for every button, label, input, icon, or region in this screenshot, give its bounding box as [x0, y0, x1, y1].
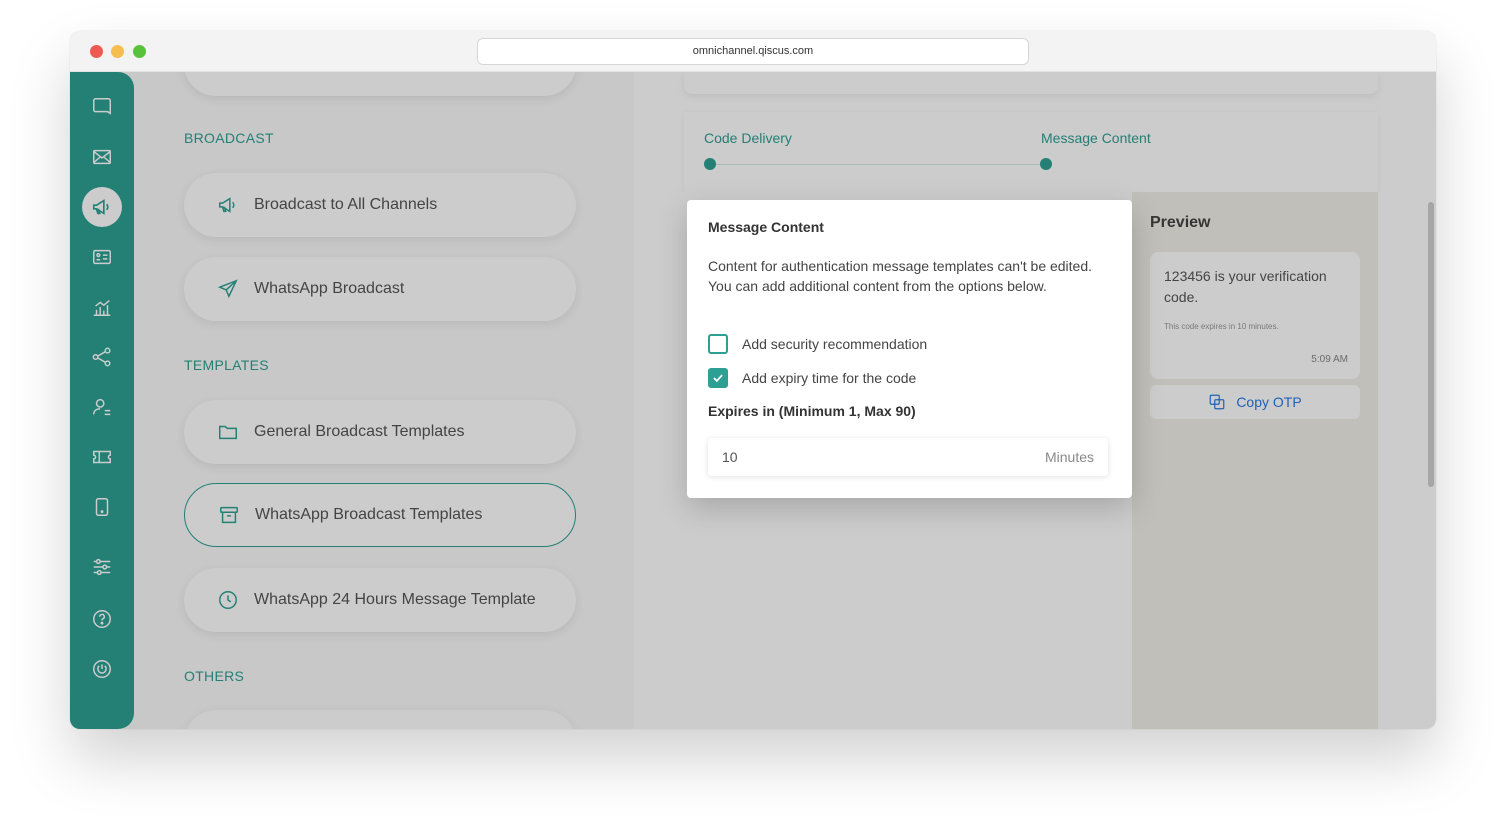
option-label: Add security recommendation	[742, 336, 928, 352]
checkmark-icon	[713, 374, 723, 383]
modal-description: Content for authentication message templ…	[708, 258, 1093, 294]
browser-titlebar: omnichannel.qiscus.com	[70, 31, 1436, 72]
browser-window: omnichannel.qiscus.com BROADCAST Broadca…	[70, 31, 1436, 729]
option-expiry-time[interactable]: Add expiry time for the code	[708, 368, 916, 388]
expires-minutes-input[interactable]	[722, 438, 972, 476]
message-content-modal: Message Content Content for authenticati…	[687, 200, 1132, 498]
expiry-time-checkbox[interactable]	[708, 368, 728, 388]
address-bar[interactable]: omnichannel.qiscus.com	[477, 38, 1029, 65]
expires-label: Expires in (Minimum 1, Max 90)	[708, 403, 916, 419]
option-label: Add expiry time for the code	[742, 370, 917, 386]
app-root: BROADCAST Broadcast to All Channels What…	[70, 72, 1436, 729]
option-security-recommendation[interactable]: Add security recommendation	[708, 334, 927, 354]
security-recommendation-checkbox[interactable]	[708, 334, 728, 354]
expires-unit: Minutes	[1044, 449, 1094, 465]
minimize-window-button[interactable]	[111, 45, 124, 58]
close-window-button[interactable]	[90, 45, 103, 58]
expires-input-wrapper: Minutes	[708, 438, 1108, 476]
modal-title: Message Content	[708, 219, 824, 235]
maximize-window-button[interactable]	[133, 45, 146, 58]
